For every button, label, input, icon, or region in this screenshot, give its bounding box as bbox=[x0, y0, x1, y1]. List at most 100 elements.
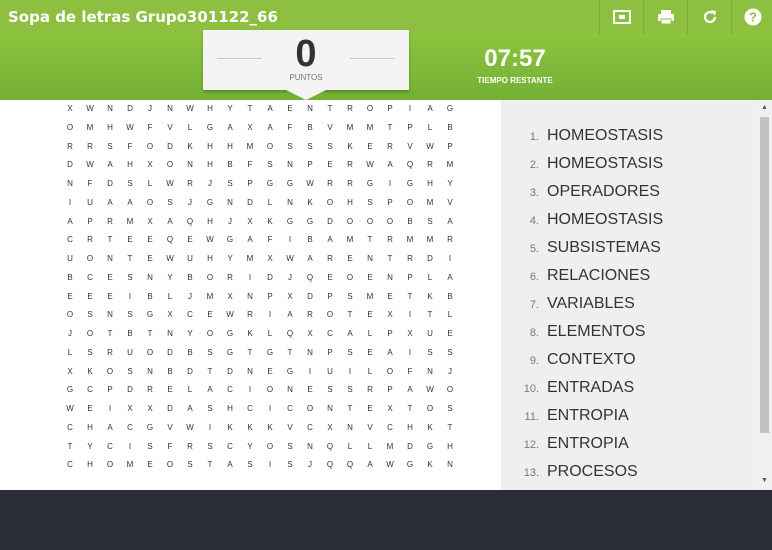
grid-cell[interactable]: T bbox=[340, 310, 360, 320]
grid-cell[interactable]: R bbox=[180, 179, 200, 189]
grid-cell[interactable]: O bbox=[260, 385, 280, 395]
grid-cell[interactable]: M bbox=[200, 292, 220, 302]
grid-cell[interactable]: P bbox=[380, 385, 400, 395]
grid-cell[interactable]: S bbox=[280, 442, 300, 452]
grid-cell[interactable]: L bbox=[260, 198, 280, 208]
grid-cell[interactable]: T bbox=[400, 292, 420, 302]
grid-cell[interactable]: S bbox=[120, 310, 140, 320]
grid-cell[interactable]: S bbox=[280, 142, 300, 152]
grid-cell[interactable]: W bbox=[80, 104, 100, 114]
grid-cell[interactable]: R bbox=[360, 385, 380, 395]
grid-cell[interactable]: N bbox=[240, 292, 260, 302]
grid-cell[interactable]: J bbox=[220, 217, 240, 227]
grid-cell[interactable]: S bbox=[320, 385, 340, 395]
grid-cell[interactable]: E bbox=[360, 310, 380, 320]
grid-cell[interactable]: R bbox=[300, 310, 320, 320]
grid-cell[interactable]: C bbox=[60, 423, 80, 433]
grid-cell[interactable]: W bbox=[420, 142, 440, 152]
grid-cell[interactable]: O bbox=[140, 198, 160, 208]
grid-cell[interactable]: W bbox=[220, 310, 240, 320]
grid-cell[interactable]: L bbox=[360, 367, 380, 377]
grid-cell[interactable]: X bbox=[400, 329, 420, 339]
grid-cell[interactable]: P bbox=[440, 142, 460, 152]
grid-cell[interactable]: L bbox=[140, 179, 160, 189]
grid-cell[interactable]: Y bbox=[180, 329, 200, 339]
grid-cell[interactable]: O bbox=[160, 460, 180, 470]
grid-cell[interactable]: E bbox=[140, 254, 160, 264]
grid-cell[interactable]: F bbox=[260, 235, 280, 245]
grid-cell[interactable]: Q bbox=[160, 235, 180, 245]
grid-cell[interactable]: N bbox=[60, 179, 80, 189]
grid-cell[interactable]: X bbox=[220, 292, 240, 302]
grid-cell[interactable]: E bbox=[320, 160, 340, 170]
grid-cell[interactable]: T bbox=[400, 404, 420, 414]
grid-cell[interactable]: G bbox=[60, 385, 80, 395]
grid-cell[interactable]: S bbox=[340, 292, 360, 302]
grid-cell[interactable]: E bbox=[300, 385, 320, 395]
grid-cell[interactable]: F bbox=[80, 179, 100, 189]
grid-cell[interactable]: G bbox=[220, 235, 240, 245]
grid-cell[interactable]: V bbox=[320, 123, 340, 133]
grid-cell[interactable]: K bbox=[420, 292, 440, 302]
grid-cell[interactable]: P bbox=[80, 217, 100, 227]
grid-cell[interactable]: S bbox=[440, 404, 460, 414]
grid-cell[interactable]: R bbox=[340, 160, 360, 170]
grid-cell[interactable]: O bbox=[80, 254, 100, 264]
grid-cell[interactable]: K bbox=[220, 423, 240, 433]
grid-cell[interactable]: X bbox=[120, 404, 140, 414]
grid-cell[interactable]: X bbox=[380, 310, 400, 320]
grid-cell[interactable]: I bbox=[400, 104, 420, 114]
grid-cell[interactable]: D bbox=[100, 179, 120, 189]
grid-cell[interactable]: V bbox=[400, 142, 420, 152]
grid-cell[interactable]: X bbox=[60, 104, 80, 114]
grid-cell[interactable]: N bbox=[380, 273, 400, 283]
grid-cell[interactable]: W bbox=[380, 460, 400, 470]
grid-cell[interactable]: R bbox=[400, 254, 420, 264]
grid-cell[interactable]: G bbox=[200, 123, 220, 133]
grid-cell[interactable]: I bbox=[260, 404, 280, 414]
grid-cell[interactable]: C bbox=[100, 442, 120, 452]
grid-cell[interactable]: B bbox=[60, 273, 80, 283]
grid-cell[interactable]: S bbox=[200, 404, 220, 414]
grid-cell[interactable]: S bbox=[100, 142, 120, 152]
grid-cell[interactable]: R bbox=[80, 235, 100, 245]
grid-cell[interactable]: C bbox=[80, 273, 100, 283]
scroll-down-icon[interactable]: ▼ bbox=[757, 477, 772, 484]
fullscreen-button[interactable] bbox=[599, 0, 643, 34]
grid-cell[interactable]: T bbox=[440, 423, 460, 433]
grid-cell[interactable]: Q bbox=[280, 329, 300, 339]
grid-cell[interactable]: J bbox=[440, 367, 460, 377]
grid-cell[interactable]: G bbox=[280, 179, 300, 189]
grid-cell[interactable]: E bbox=[140, 460, 160, 470]
grid-cell[interactable]: R bbox=[340, 179, 360, 189]
grid-cell[interactable]: N bbox=[160, 104, 180, 114]
grid-cell[interactable]: W bbox=[60, 404, 80, 414]
grid-cell[interactable]: S bbox=[260, 160, 280, 170]
grid-cell[interactable]: O bbox=[80, 329, 100, 339]
grid-cell[interactable]: I bbox=[400, 310, 420, 320]
grid-cell[interactable]: S bbox=[200, 442, 220, 452]
grid-cell[interactable]: P bbox=[300, 160, 320, 170]
grid-cell[interactable]: N bbox=[320, 404, 340, 414]
grid-cell[interactable]: B bbox=[400, 217, 420, 227]
grid-cell[interactable]: H bbox=[200, 254, 220, 264]
grid-cell[interactable]: Q bbox=[300, 273, 320, 283]
grid-cell[interactable]: M bbox=[120, 217, 140, 227]
grid-cell[interactable]: R bbox=[440, 235, 460, 245]
grid-cell[interactable]: O bbox=[340, 217, 360, 227]
grid-cell[interactable]: W bbox=[80, 160, 100, 170]
grid-cell[interactable]: F bbox=[280, 123, 300, 133]
grid-cell[interactable]: C bbox=[180, 310, 200, 320]
grid-cell[interactable]: A bbox=[400, 385, 420, 395]
grid-cell[interactable]: D bbox=[260, 273, 280, 283]
grid-cell[interactable]: M bbox=[360, 292, 380, 302]
grid-cell[interactable]: E bbox=[320, 273, 340, 283]
grid-cell[interactable]: Y bbox=[220, 104, 240, 114]
grid-cell[interactable]: S bbox=[280, 460, 300, 470]
grid-cell[interactable]: T bbox=[320, 104, 340, 114]
grid-cell[interactable]: E bbox=[160, 385, 180, 395]
grid-cell[interactable]: U bbox=[420, 329, 440, 339]
grid-cell[interactable]: E bbox=[180, 235, 200, 245]
grid-cell[interactable]: I bbox=[340, 367, 360, 377]
grid-cell[interactable]: U bbox=[320, 367, 340, 377]
